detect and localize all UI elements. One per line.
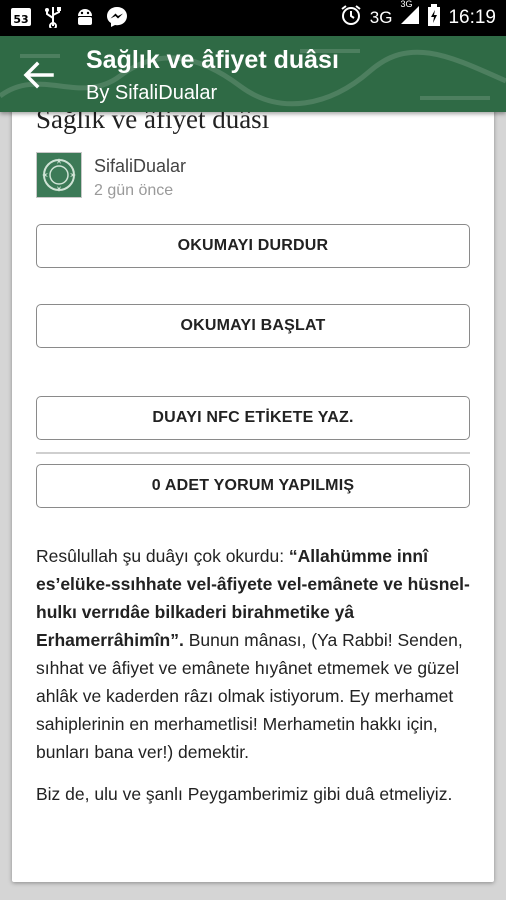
- start-reading-button[interactable]: OKUMAYI BAŞLAT: [36, 304, 470, 348]
- toolbar-title: Sağlık ve âfiyet duâsı: [86, 46, 339, 74]
- android-debug-icon: [74, 6, 96, 28]
- write-nfc-button[interactable]: DUAYI NFC ETİKETE YAZ.: [36, 396, 470, 440]
- app-toolbar: Sağlık ve âfiyet duâsı By SifaliDualar: [0, 36, 506, 112]
- back-button[interactable]: [22, 60, 56, 90]
- network-type: 3G: [369, 8, 393, 27]
- divider: [36, 452, 470, 454]
- post-card: Sağlık ve âfiyet duâsı SifaliDualar 2 gü…: [12, 88, 494, 882]
- svg-text:53: 53: [13, 13, 28, 26]
- post-timestamp: 2 gün önce: [94, 182, 174, 199]
- status-time: 16:19: [448, 7, 496, 28]
- arrow-left-icon: [23, 61, 54, 89]
- messenger-icon: [106, 6, 128, 28]
- usb-icon: [42, 6, 64, 28]
- battery-icon: [428, 4, 441, 32]
- islamic-emblem-icon: [37, 153, 81, 197]
- toolbar-subtitle: By SifaliDualar: [86, 82, 218, 104]
- article-body: Resûlullah şu duâyı çok okurdu: “Allahüm…: [36, 542, 472, 822]
- comments-button[interactable]: 0 ADET YORUM YAPILMIŞ: [36, 464, 470, 508]
- status-bar-notifications: 53: [10, 6, 128, 28]
- article-paragraph-1: Resûlullah şu duâyı çok okurdu: “Allahüm…: [36, 546, 470, 762]
- author-avatar[interactable]: [36, 152, 82, 198]
- alarm-clock-icon: [340, 4, 362, 32]
- author-name[interactable]: SifaliDualar: [94, 156, 186, 177]
- signal-icon: 3G: [400, 0, 420, 31]
- stop-reading-button[interactable]: OKUMAYI DURDUR: [36, 224, 470, 268]
- notification-53-icon: 53: [10, 6, 32, 28]
- article-paragraph-2: Biz de, ulu ve şanlı Peygamberimiz gibi …: [36, 784, 453, 804]
- status-bar: 53 3G 3G 16:19: [0, 0, 506, 36]
